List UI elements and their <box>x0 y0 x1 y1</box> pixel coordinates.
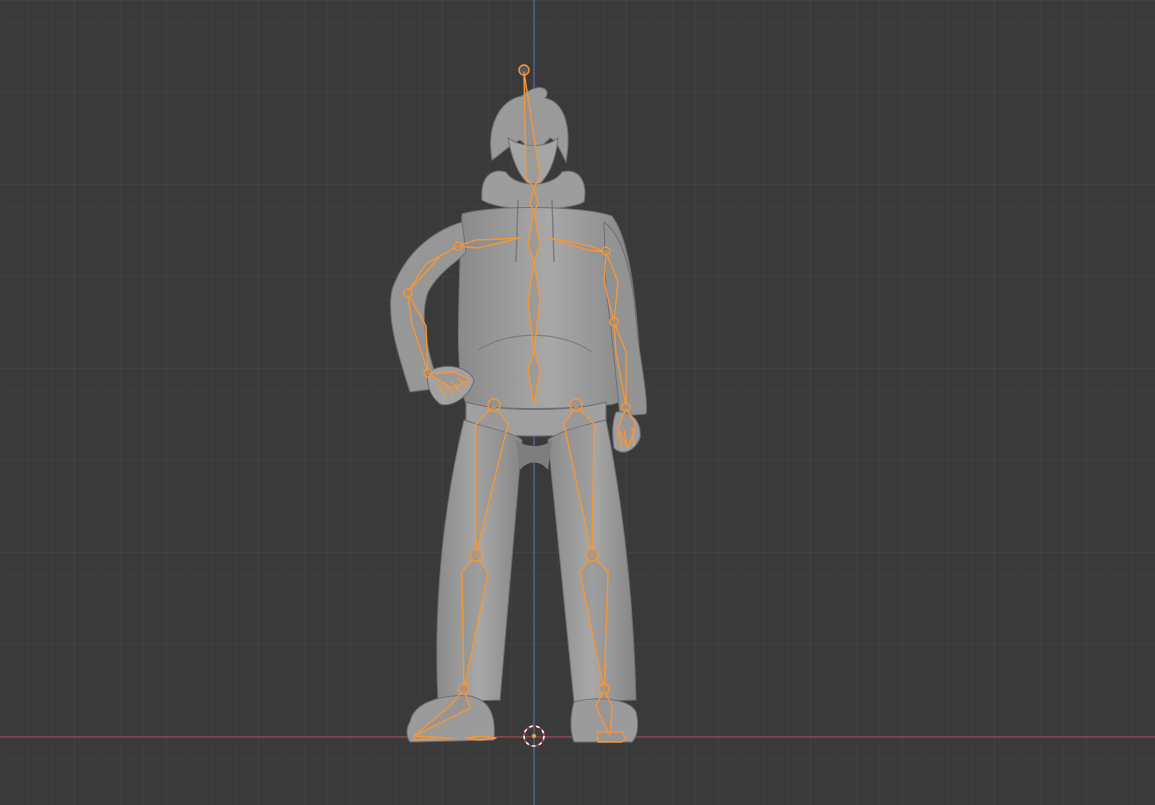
bone-head-tail[interactable] <box>518 64 530 76</box>
3d-viewport[interactable] <box>0 0 1155 805</box>
